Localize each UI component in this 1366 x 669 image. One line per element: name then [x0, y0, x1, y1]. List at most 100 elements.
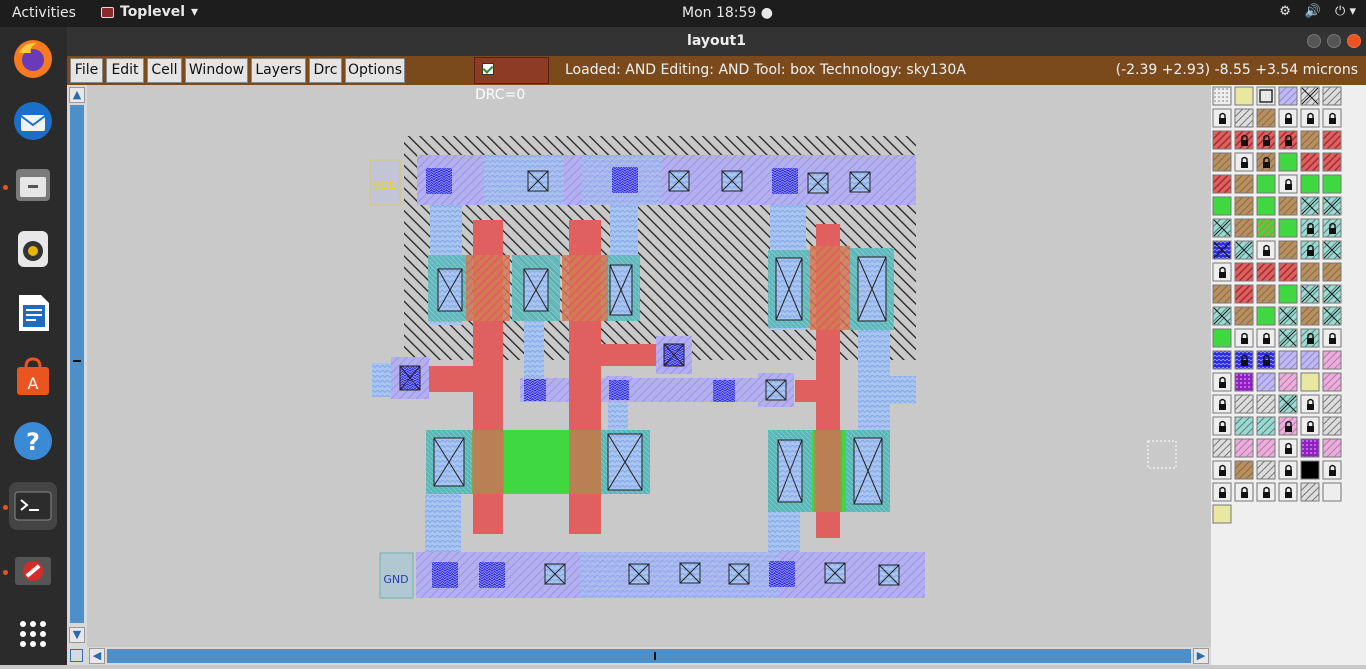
layer-swatch[interactable]	[1256, 416, 1276, 436]
layer-swatch[interactable]	[1300, 262, 1320, 282]
help-icon[interactable]: ?	[9, 417, 57, 465]
layer-swatch[interactable]	[1300, 416, 1320, 436]
app-grid-icon[interactable]	[9, 610, 57, 658]
terminal-icon[interactable]	[9, 482, 57, 530]
scroll-up-arrow-icon[interactable]: ▲	[69, 87, 85, 103]
layer-swatch[interactable]	[1256, 460, 1276, 480]
layer-swatch[interactable]	[1300, 328, 1320, 348]
layer-swatch[interactable]	[1212, 174, 1232, 194]
rhythmbox-icon[interactable]	[9, 225, 57, 273]
layer-palette[interactable]	[1211, 85, 1366, 665]
app-menu[interactable]: Toplevel ▾	[101, 4, 198, 20]
layer-swatch[interactable]	[1300, 108, 1320, 128]
layer-swatch[interactable]	[1322, 130, 1342, 150]
layer-swatch[interactable]	[1234, 350, 1254, 370]
horizontal-scroll-thumb[interactable]	[107, 649, 1191, 663]
layer-swatch[interactable]	[1322, 394, 1342, 414]
system-tray[interactable]: ⚙ 🔊 ⏻ ▾	[1279, 4, 1356, 19]
layer-swatch[interactable]	[1212, 218, 1232, 238]
layer-swatch[interactable]	[1278, 174, 1298, 194]
layout-canvas[interactable]: VDD GND	[87, 85, 1211, 647]
layer-swatch[interactable]	[1212, 394, 1232, 414]
files-icon[interactable]	[9, 161, 57, 209]
layer-swatch[interactable]	[1212, 86, 1232, 106]
layer-swatch[interactable]	[1278, 152, 1298, 172]
layer-swatch[interactable]	[1256, 130, 1276, 150]
layer-swatch[interactable]	[1234, 284, 1254, 304]
layer-swatch[interactable]	[1322, 262, 1342, 282]
layer-swatch[interactable]	[1234, 460, 1254, 480]
layer-swatch[interactable]	[1300, 482, 1320, 502]
layer-swatch[interactable]	[1278, 328, 1298, 348]
horizontal-scrollbar[interactable]: ◀ ▶	[87, 647, 1211, 665]
layer-swatch[interactable]	[1300, 196, 1320, 216]
layer-swatch[interactable]	[1300, 460, 1320, 480]
layer-swatch[interactable]	[1212, 328, 1232, 348]
layer-swatch[interactable]	[1212, 416, 1232, 436]
layer-swatch[interactable]	[1322, 196, 1342, 216]
layer-swatch[interactable]	[1256, 152, 1276, 172]
layer-swatch[interactable]	[1256, 350, 1276, 370]
layer-swatch[interactable]	[1212, 482, 1232, 502]
layer-swatch[interactable]	[1212, 262, 1232, 282]
drc-toggle[interactable]: DRC=0	[474, 57, 549, 103]
layer-swatch[interactable]	[1234, 152, 1254, 172]
layer-swatch[interactable]	[1322, 328, 1342, 348]
layer-swatch[interactable]	[1234, 416, 1254, 436]
firefox-icon[interactable]	[9, 35, 57, 83]
scroll-down-arrow-icon[interactable]: ▼	[69, 627, 85, 643]
layer-swatch[interactable]	[1256, 240, 1276, 260]
layer-swatch[interactable]	[1278, 130, 1298, 150]
layer-swatch[interactable]	[1212, 108, 1232, 128]
thunderbird-icon[interactable]	[9, 97, 57, 145]
layer-swatch[interactable]	[1212, 130, 1232, 150]
minimize-button[interactable]	[1307, 34, 1321, 48]
layer-swatch[interactable]	[1300, 372, 1320, 392]
menu-layers[interactable]: Layers	[251, 58, 306, 83]
vertical-scrollbar[interactable]: ▲ ▼	[67, 85, 87, 647]
software-icon[interactable]: A	[9, 353, 57, 401]
layer-swatch[interactable]	[1278, 262, 1298, 282]
blocked-app-icon[interactable]	[9, 547, 57, 595]
layer-swatch[interactable]	[1234, 394, 1254, 414]
scroll-right-arrow-icon[interactable]: ▶	[1193, 648, 1209, 664]
layer-swatch[interactable]	[1278, 240, 1298, 260]
layer-swatch[interactable]	[1322, 240, 1342, 260]
layer-swatch[interactable]	[1212, 240, 1232, 260]
layer-swatch[interactable]	[1322, 174, 1342, 194]
layer-swatch[interactable]	[1256, 108, 1276, 128]
layer-swatch[interactable]	[1278, 416, 1298, 436]
layer-swatch[interactable]	[1256, 438, 1276, 458]
layer-swatch[interactable]	[1322, 284, 1342, 304]
layer-swatch[interactable]	[1256, 262, 1276, 282]
layer-swatch[interactable]	[1322, 350, 1342, 370]
menu-options[interactable]: Options	[345, 58, 405, 83]
layer-swatch[interactable]	[1256, 174, 1276, 194]
layer-swatch-grid[interactable]	[1212, 86, 1342, 524]
layer-swatch[interactable]	[1322, 218, 1342, 238]
layer-swatch[interactable]	[1234, 218, 1254, 238]
layer-swatch[interactable]	[1212, 438, 1232, 458]
menu-drc[interactable]: Drc	[309, 58, 342, 83]
layer-swatch[interactable]	[1256, 328, 1276, 348]
layer-swatch[interactable]	[1234, 174, 1254, 194]
layer-swatch[interactable]	[1300, 438, 1320, 458]
layer-swatch[interactable]	[1278, 306, 1298, 326]
layer-swatch[interactable]	[1278, 482, 1298, 502]
layer-swatch[interactable]	[1256, 86, 1276, 106]
layer-swatch[interactable]	[1300, 350, 1320, 370]
layer-swatch[interactable]	[1212, 350, 1232, 370]
layer-swatch[interactable]	[1300, 86, 1320, 106]
menu-window[interactable]: Window	[185, 58, 248, 83]
layer-swatch[interactable]	[1300, 130, 1320, 150]
layer-swatch[interactable]	[1234, 262, 1254, 282]
layer-swatch[interactable]	[1212, 306, 1232, 326]
vertical-scroll-thumb[interactable]	[70, 105, 84, 623]
layer-swatch[interactable]	[1322, 152, 1342, 172]
layer-swatch[interactable]	[1234, 328, 1254, 348]
layer-swatch[interactable]	[1278, 108, 1298, 128]
layer-swatch[interactable]	[1234, 306, 1254, 326]
layer-swatch[interactable]	[1278, 372, 1298, 392]
clock[interactable]: Mon 18:59 ●	[682, 5, 773, 21]
layer-swatch[interactable]	[1278, 284, 1298, 304]
